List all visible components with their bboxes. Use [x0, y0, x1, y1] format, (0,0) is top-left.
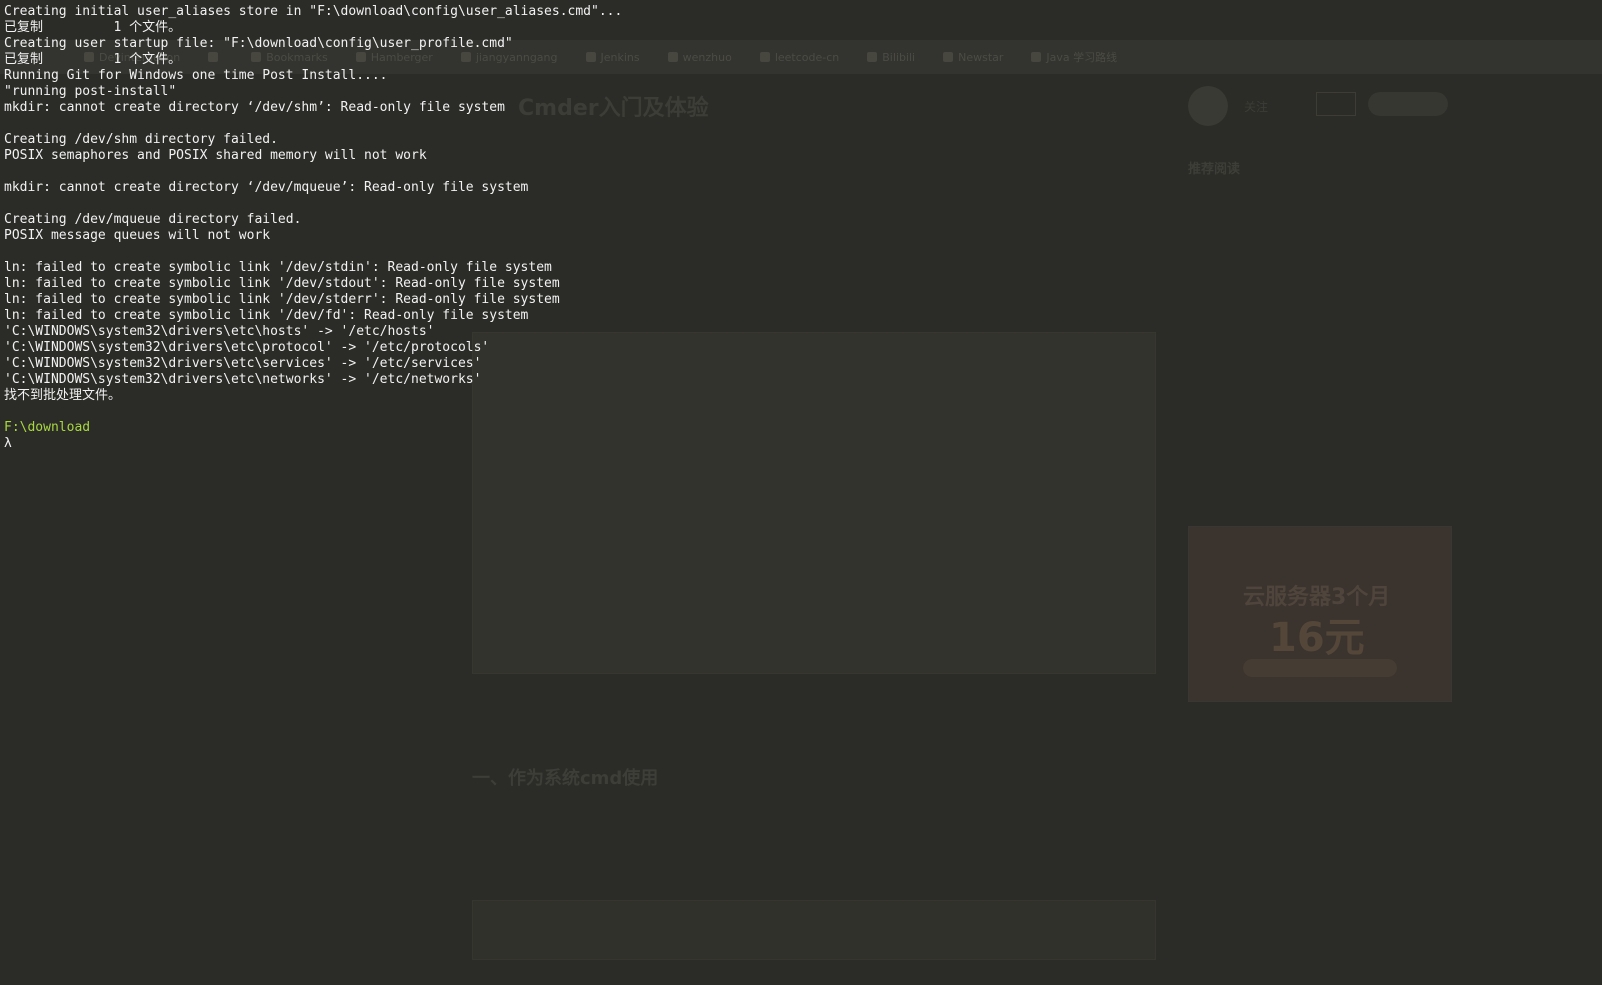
recommended-list	[1200, 194, 1450, 228]
message-button[interactable]	[1316, 92, 1356, 116]
bookmark-tab-label: leetcode-cn	[774, 50, 840, 64]
section-heading: 一、作为系统cmd使用	[472, 768, 659, 789]
terminal-line: POSIX message queues will not work	[4, 228, 271, 243]
prompt-path: F:\download	[4, 420, 91, 435]
terminal-line: Creating /dev/shm directory failed.	[4, 132, 278, 147]
advertisement-banner[interactable]: 云服务器3个月 16元	[1188, 526, 1452, 702]
terminal-line: 'C:\WINDOWS\system32\drivers\etc\service…	[4, 356, 482, 371]
bookmark-tab[interactable]: Newstar	[943, 51, 1003, 64]
bookmark-tab[interactable]: leetcode-cn	[759, 50, 840, 64]
terminal-line: Creating user startup file: "F:\download…	[4, 36, 513, 51]
terminal-line: 'C:\WINDOWS\system32\drivers\etc\hosts' …	[4, 324, 435, 339]
terminal-line: 已复制 1 个文件。	[4, 20, 182, 35]
terminal-line: ln: failed to create symbolic link '/dev…	[4, 308, 529, 323]
embedded-code-block	[472, 900, 1156, 960]
recommended-heading: 推荐阅读	[1188, 162, 1241, 177]
bookmark-tab[interactable]: wenzhuo	[667, 50, 732, 64]
bookmark-favicon-icon	[867, 52, 878, 62]
terminal-line: 找不到批处理文件。	[4, 388, 122, 403]
terminal-line: mkdir: cannot create directory ‘/dev/shm…	[4, 100, 505, 115]
terminal-line: ln: failed to create symbolic link '/dev…	[4, 260, 552, 275]
prompt-symbol[interactable]: λ	[4, 436, 622, 452]
author-avatar[interactable]	[1188, 86, 1228, 126]
bookmark-tab[interactable]: Bilibili	[867, 51, 915, 64]
bookmark-favicon-icon	[759, 52, 770, 62]
bookmark-tab-label: Newstar	[958, 50, 1004, 64]
terminal-line: POSIX semaphores and POSIX shared memory…	[4, 148, 427, 163]
bookmark-favicon-icon	[667, 52, 678, 62]
terminal-output[interactable]: Creating initial user_aliases store in "…	[0, 0, 622, 452]
terminal-line: Running Git for Windows one time Post In…	[4, 68, 388, 83]
bookmark-tab[interactable]: Java 学习路线	[1031, 49, 1117, 65]
terminal-line: 'C:\WINDOWS\system32\drivers\etc\network…	[4, 372, 482, 387]
bookmark-favicon-icon	[1031, 52, 1042, 62]
terminal-line: ln: failed to create symbolic link '/dev…	[4, 292, 560, 307]
terminal-line: Creating /dev/mqueue directory failed.	[4, 212, 302, 227]
terminal-line: ln: failed to create symbolic link '/dev…	[4, 276, 560, 291]
bookmark-tab-label: wenzhuo	[682, 50, 732, 64]
ad-button[interactable]	[1243, 659, 1397, 677]
bookmark-favicon-icon	[943, 52, 954, 62]
bookmark-tab-label: Java 学习路线	[1046, 51, 1118, 64]
terminal-line: Creating initial user_aliases store in "…	[4, 4, 623, 19]
bookmark-tab-label: Bilibili	[882, 50, 916, 64]
author-follow-label: 关注	[1244, 100, 1269, 114]
terminal-line: 已复制 1 个文件。	[4, 52, 182, 67]
terminal-line: 'C:\WINDOWS\system32\drivers\etc\protoco…	[4, 340, 490, 355]
follow-button[interactable]	[1368, 92, 1448, 116]
terminal-line: mkdir: cannot create directory ‘/dev/mqu…	[4, 180, 529, 195]
terminal-line: "running post-install"	[4, 84, 177, 99]
ad-line-3: 16元	[1269, 615, 1365, 661]
